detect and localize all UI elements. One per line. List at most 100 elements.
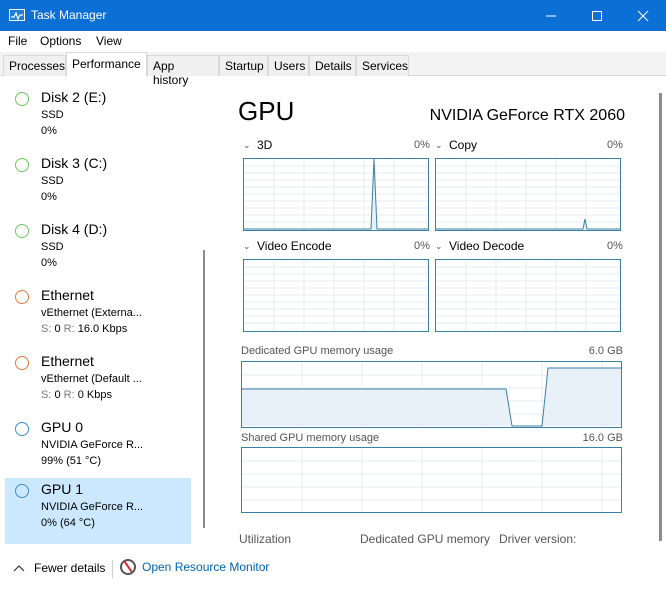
sidebar-scrollbar[interactable] bbox=[203, 250, 205, 528]
gpu-detail-panel: GPU NVIDIA GeForce RTX 2060 ⌄ 3D 0% ⌄ Co… bbox=[211, 86, 657, 548]
engine-label: Video Decode bbox=[449, 239, 525, 253]
graph-3d bbox=[243, 158, 429, 231]
status-ring-icon bbox=[15, 356, 29, 370]
chevron-down-icon: ⌄ bbox=[243, 240, 251, 251]
page-title: GPU bbox=[238, 96, 295, 126]
tab-strip: Processes Performance App history Startu… bbox=[0, 52, 666, 87]
engine-selector-copy[interactable]: ⌄ Copy bbox=[435, 138, 477, 152]
menu-view[interactable]: View bbox=[96, 34, 122, 48]
graph-video-decode bbox=[435, 259, 621, 332]
sidebar-item-ethernet-default[interactable]: Ethernet vEthernet (Default ... S: 0 R: … bbox=[5, 350, 191, 416]
menu-file[interactable]: File bbox=[8, 34, 27, 48]
engine-percent: 0% bbox=[414, 139, 430, 151]
shared-memory-label: Shared GPU memory usage bbox=[241, 432, 380, 444]
tab-details[interactable]: Details bbox=[309, 55, 356, 76]
status-ring-icon bbox=[15, 92, 29, 106]
sidebar-item-model: NVIDIA GeForce R... bbox=[41, 439, 144, 451]
utilization-label: Utilization bbox=[239, 532, 292, 546]
main-scrollbar[interactable] bbox=[659, 93, 662, 541]
sidebar-item-disk2[interactable]: Disk 2 (E:) SSD 0% bbox=[5, 86, 191, 152]
sidebar-item-throughput: S: 0 R: 0 Kbps bbox=[41, 389, 112, 401]
tab-performance[interactable]: Performance bbox=[66, 52, 147, 77]
minimize-button[interactable] bbox=[528, 0, 574, 31]
performance-sidebar: Disk 2 (E:) SSD 0% Disk 3 (C:) SSD 0% Di… bbox=[0, 86, 199, 548]
status-ring-icon bbox=[15, 484, 29, 498]
sidebar-item-usage: 0% bbox=[41, 257, 57, 269]
engine-percent: 0% bbox=[607, 139, 623, 151]
sidebar-item-gpu0[interactable]: GPU 0 NVIDIA GeForce R... 99% (51 °C) bbox=[5, 416, 191, 482]
sidebar-item-name: Disk 2 (E:) bbox=[41, 89, 107, 105]
chevron-down-icon: ⌄ bbox=[435, 240, 443, 251]
tab-startup[interactable]: Startup bbox=[219, 55, 268, 76]
window-title: Task Manager bbox=[31, 8, 107, 22]
sidebar-item-ethernet-external[interactable]: Ethernet vEthernet (Externa... S: 0 R: 1… bbox=[5, 284, 191, 350]
close-button[interactable] bbox=[620, 0, 666, 31]
gpu-model-name: NVIDIA GeForce RTX 2060 bbox=[429, 107, 625, 124]
sidebar-item-name: GPU 1 bbox=[41, 481, 84, 497]
receive-value: 0 Kbps bbox=[77, 389, 112, 401]
chevron-down-icon: ⌄ bbox=[243, 139, 251, 150]
task-manager-icon bbox=[9, 9, 25, 21]
engine-selector-3d[interactable]: ⌄ 3D bbox=[243, 138, 272, 152]
status-ring-icon bbox=[15, 224, 29, 238]
engine-label: Copy bbox=[449, 138, 478, 152]
sidebar-item-usage: 0% bbox=[41, 125, 57, 137]
sidebar-item-name: Ethernet bbox=[41, 287, 94, 303]
tab-processes[interactable]: Processes bbox=[3, 55, 66, 76]
maximize-button[interactable] bbox=[574, 0, 620, 31]
open-resource-monitor-link[interactable]: Open Resource Monitor bbox=[120, 559, 269, 575]
sidebar-item-throughput: S: 0 R: 16.0 Kbps bbox=[41, 323, 127, 335]
sidebar-item-gpu1[interactable]: GPU 1 NVIDIA GeForce R... 0% (64 °C) bbox=[5, 478, 191, 544]
open-resource-monitor-label: Open Resource Monitor bbox=[142, 560, 270, 574]
graph-dedicated-memory bbox=[241, 361, 622, 428]
sidebar-item-adapter: vEthernet (Externa... bbox=[41, 307, 142, 319]
minimize-icon bbox=[546, 15, 556, 16]
sidebar-item-type: SSD bbox=[41, 109, 64, 121]
sidebar-item-usage: 0% bbox=[41, 191, 57, 203]
sidebar-item-disk3[interactable]: Disk 3 (C:) SSD 0% bbox=[5, 152, 191, 218]
dedicated-memory-stat-label: Dedicated GPU memory bbox=[360, 532, 491, 546]
sidebar-item-name: GPU 0 bbox=[41, 419, 84, 435]
tab-users[interactable]: Users bbox=[268, 55, 309, 76]
status-ring-icon bbox=[15, 290, 29, 304]
shared-memory-max: 16.0 GB bbox=[582, 432, 623, 444]
send-label: S: bbox=[41, 323, 52, 335]
engine-selector-video-decode[interactable]: ⌄ Video Decode bbox=[435, 239, 524, 253]
sidebar-item-type: SSD bbox=[41, 175, 64, 187]
sidebar-item-usage: 99% (51 °C) bbox=[41, 455, 102, 467]
send-value: 0 bbox=[54, 323, 61, 335]
engine-label: Video Encode bbox=[257, 239, 332, 253]
sidebar-item-name: Ethernet bbox=[41, 353, 94, 369]
driver-version-label: Driver version: bbox=[499, 532, 577, 546]
engine-label: 3D bbox=[257, 138, 273, 152]
engine-percent: 0% bbox=[607, 240, 623, 252]
menu-options[interactable]: Options bbox=[40, 34, 81, 48]
fewer-details-label: Fewer details bbox=[34, 561, 106, 575]
dedicated-memory-label: Dedicated GPU memory usage bbox=[241, 345, 394, 357]
receive-label: R: bbox=[63, 323, 75, 335]
tab-app-history[interactable]: App history bbox=[147, 55, 219, 87]
maximize-icon bbox=[592, 10, 602, 21]
graph-copy bbox=[435, 158, 621, 231]
sidebar-item-adapter: vEthernet (Default ... bbox=[41, 373, 142, 385]
sidebar-item-usage: 0% (64 °C) bbox=[41, 517, 95, 529]
status-ring-icon bbox=[15, 158, 29, 172]
status-ring-icon bbox=[15, 422, 29, 436]
chevron-down-icon: ⌄ bbox=[435, 139, 443, 150]
title-bar: Task Manager bbox=[0, 0, 666, 31]
tab-services[interactable]: Services bbox=[356, 55, 409, 76]
receive-value: 16.0 Kbps bbox=[77, 323, 128, 335]
graph-video-encode bbox=[243, 259, 429, 332]
chevron-up-icon bbox=[13, 565, 25, 572]
graph-shared-memory bbox=[241, 447, 622, 513]
sidebar-item-name: Disk 3 (C:) bbox=[41, 155, 108, 171]
engine-selector-video-encode[interactable]: ⌄ Video Encode bbox=[243, 239, 332, 253]
sidebar-item-type: SSD bbox=[41, 241, 64, 253]
send-label: S: bbox=[41, 389, 52, 401]
receive-label: R: bbox=[63, 389, 75, 401]
resource-monitor-icon bbox=[120, 559, 136, 575]
sidebar-item-disk4[interactable]: Disk 4 (D:) SSD 0% bbox=[5, 218, 191, 284]
fewer-details-button[interactable]: Fewer details bbox=[13, 561, 105, 575]
engine-percent: 0% bbox=[414, 240, 430, 252]
sidebar-item-name: Disk 4 (D:) bbox=[41, 221, 108, 237]
